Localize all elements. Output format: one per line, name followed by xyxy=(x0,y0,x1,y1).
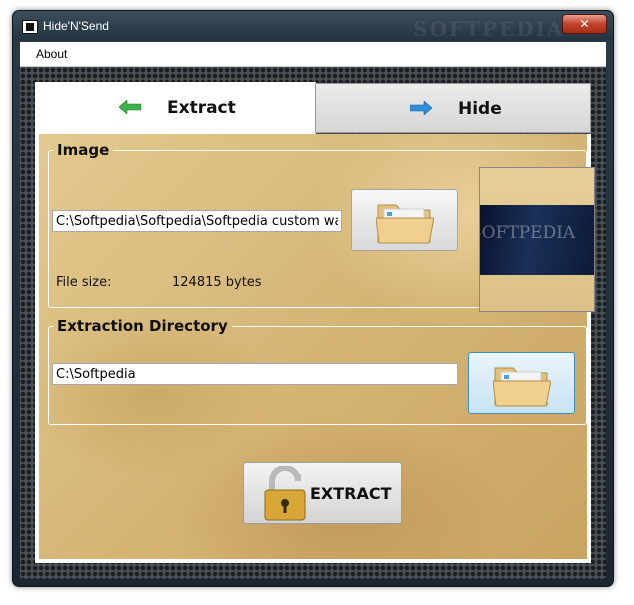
file-size-value: 124815 bytes xyxy=(172,275,262,290)
extract-panel: Image File size: 124815 bytes SOFTPEDIA … xyxy=(35,134,595,563)
browse-directory-button[interactable] xyxy=(468,352,575,414)
app-icon xyxy=(22,20,38,34)
padlock-icon xyxy=(264,466,306,521)
arrow-left-icon xyxy=(119,100,141,114)
browse-image-button[interactable] xyxy=(351,189,458,251)
close-button[interactable]: ✕ xyxy=(562,14,607,34)
preview-watermark: SOFTPEDIA xyxy=(479,223,576,243)
menu-about[interactable]: About xyxy=(36,47,67,61)
extract-button[interactable]: EXTRACT xyxy=(243,462,402,524)
tab-hide[interactable]: Hide xyxy=(315,83,591,133)
image-group-title: Image xyxy=(57,141,110,159)
tab-extract-label: Extract xyxy=(167,98,236,118)
title-watermark: SOFTPEDIA xyxy=(413,17,565,41)
arrow-right-icon xyxy=(410,101,432,115)
tab-hide-label: Hide xyxy=(458,99,502,119)
menu-bar: About xyxy=(20,42,606,67)
close-icon: ✕ xyxy=(579,17,590,31)
extraction-path-input[interactable] xyxy=(52,363,458,385)
title-bar[interactable]: Hide'N'Send SOFTPEDIA ✕ xyxy=(13,11,613,41)
tab-extract[interactable]: Extract xyxy=(35,82,316,134)
image-preview: SOFTPEDIA xyxy=(479,167,595,312)
extract-button-label: EXTRACT xyxy=(310,484,392,503)
folder-icon xyxy=(376,204,434,244)
app-window: Hide'N'Send SOFTPEDIA ✕ About Extract Hi… xyxy=(12,10,614,587)
file-size-label: File size: xyxy=(56,275,112,290)
folder-icon xyxy=(493,367,551,407)
extraction-directory-title: Extraction Directory xyxy=(57,317,228,335)
image-path-input[interactable] xyxy=(52,210,342,232)
window-title: Hide'N'Send xyxy=(43,19,109,33)
